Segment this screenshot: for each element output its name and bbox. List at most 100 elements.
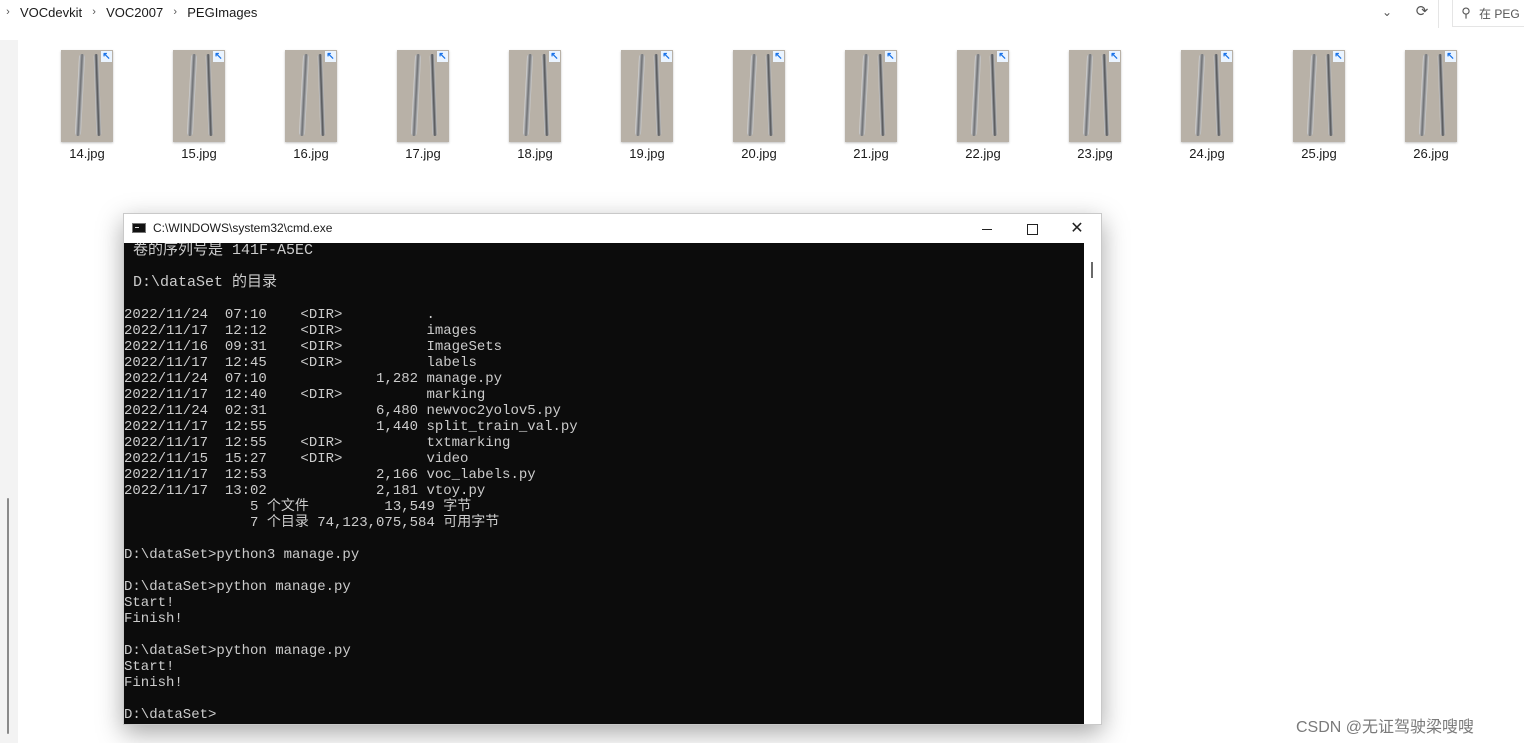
pen-image <box>858 53 870 137</box>
vertical-scrollbar[interactable] <box>1084 243 1101 724</box>
pen-image <box>186 53 198 137</box>
console-line: 2022/11/15 15:27 <DIR> video <box>124 451 469 467</box>
file-name: 14.jpg <box>69 146 105 161</box>
image-thumbnail: ↖ <box>621 50 673 142</box>
pen-image <box>317 53 326 137</box>
maximize-button[interactable] <box>1009 214 1055 243</box>
image-thumbnail: ↖ <box>1069 50 1121 142</box>
shortcut-arrow-icon: ↖ <box>325 51 336 62</box>
console-line: Finish! <box>124 611 183 627</box>
console-line: 2022/11/24 02:31 6,480 newvoc2yolov5.py <box>124 403 561 419</box>
search-icon: ⚲ <box>1461 5 1471 20</box>
pen-image <box>410 53 422 137</box>
image-thumbnail: ↖ <box>733 50 785 142</box>
console-line: D:\dataSet>python manage.py <box>124 643 351 659</box>
pen-image <box>541 53 550 137</box>
close-button[interactable]: ✕ <box>1054 214 1100 243</box>
window-title: C:\WINDOWS\system32\cmd.exe <box>153 221 333 235</box>
shortcut-arrow-icon: ↖ <box>885 51 896 62</box>
console-line: 2022/11/17 12:45 <DIR> labels <box>124 355 477 371</box>
shortcut-arrow-icon: ↖ <box>101 51 112 62</box>
breadcrumb-item-voc2007[interactable]: VOC2007 <box>102 5 167 20</box>
refresh-icon[interactable]: ⟳ <box>1412 3 1432 21</box>
file-name: 17.jpg <box>405 146 441 161</box>
image-thumbnail: ↖ <box>285 50 337 142</box>
cmd-window: C:\WINDOWS\system32\cmd.exe ✕ 卷的序列号是 141… <box>123 213 1102 725</box>
image-thumbnail: ↖ <box>1181 50 1233 142</box>
pen-image <box>1213 53 1222 137</box>
console-line: 2022/11/17 13:02 2,181 vtoy.py <box>124 483 486 499</box>
console-icon <box>132 223 146 233</box>
console-line: D:\dataSet>python3 manage.py <box>124 547 360 563</box>
shortcut-arrow-icon: ↖ <box>1109 51 1120 62</box>
shortcut-arrow-icon: ↖ <box>549 51 560 62</box>
console-line: 7 个目录 74,123,075,584 可用字节 <box>124 515 500 531</box>
shortcut-arrow-icon: ↖ <box>661 51 672 62</box>
shortcut-arrow-icon: ↖ <box>1445 51 1456 62</box>
console-line: D:\dataSet 的目录 <box>124 274 278 291</box>
file-name: 18.jpg <box>517 146 553 161</box>
pen-image <box>1194 53 1206 137</box>
watermark: CSDN @无证驾驶梁嗖嗖 <box>1296 719 1475 736</box>
shortcut-arrow-icon: ↖ <box>213 51 224 62</box>
file-name: 25.jpg <box>1301 146 1337 161</box>
close-icon: ✕ <box>1070 220 1084 237</box>
maximize-icon <box>1026 223 1038 235</box>
shortcut-arrow-icon: ↖ <box>773 51 784 62</box>
chevron-right-icon[interactable]: › <box>0 6 16 18</box>
pen-image <box>93 53 102 137</box>
image-thumbnail: ↖ <box>845 50 897 142</box>
chevron-right-icon[interactable]: › <box>86 6 102 18</box>
pen-image <box>634 53 646 137</box>
breadcrumb: › VOCdevkit › VOC2007 › PEGImages <box>0 0 261 24</box>
image-thumbnail: ↖ <box>1293 50 1345 142</box>
console-line: Finish! <box>124 675 183 691</box>
console-line: Start! <box>124 659 175 675</box>
breadcrumb-item-pegimages[interactable]: PEGImages <box>183 5 261 20</box>
console-line: 2022/11/17 12:55 <DIR> txtmarking <box>124 435 511 451</box>
search-placeholder: 在 PEG <box>1479 6 1520 21</box>
title-bar[interactable]: C:\WINDOWS\system32\cmd.exe ✕ <box>124 214 1101 243</box>
image-thumbnail: ↖ <box>173 50 225 142</box>
console-line: 5 个文件 13,549 字节 <box>124 499 472 515</box>
console-line: Start! <box>124 595 175 611</box>
file-name: 23.jpg <box>1077 146 1113 161</box>
file-name: 16.jpg <box>293 146 329 161</box>
address-bar: › VOCdevkit › VOC2007 › PEGImages ⌄ ⟳ ⚲ … <box>0 0 1524 28</box>
console-line: 2022/11/24 07:10 1,282 manage.py <box>124 371 503 387</box>
pen-image <box>877 53 886 137</box>
image-thumbnail: ↖ <box>509 50 561 142</box>
pen-image <box>298 53 310 137</box>
image-thumbnail: ↖ <box>397 50 449 142</box>
pen-image <box>989 53 998 137</box>
file-name: 24.jpg <box>1189 146 1225 161</box>
search-input[interactable]: ⚲ 在 PEG <box>1452 0 1524 27</box>
console-lines: 卷的序列号是 141F-A5EC D:\dataSet 的目录 2022/11/2… <box>124 243 1084 723</box>
shortcut-arrow-icon: ↖ <box>997 51 1008 62</box>
chevron-right-icon[interactable]: › <box>167 6 183 18</box>
scrollbar[interactable] <box>7 498 9 734</box>
pen-image <box>970 53 982 137</box>
image-thumbnail: ↖ <box>61 50 113 142</box>
shortcut-arrow-icon: ↖ <box>1333 51 1344 62</box>
pen-image <box>429 53 438 137</box>
file-grid: ↖ 14.jpg ↖ 15.jpg ↖ 16.jpg ↖ 17.jpg ↖ 18.jpg ↖ 19.j… <box>0 50 1524 170</box>
pen-image <box>1306 53 1318 137</box>
shortcut-arrow-icon: ↖ <box>1221 51 1232 62</box>
file-name: 15.jpg <box>181 146 217 161</box>
breadcrumb-item-vocdevkit[interactable]: VOCdevkit <box>16 5 86 20</box>
image-thumbnail: ↖ <box>957 50 1009 142</box>
address-dropdown-icon[interactable]: ⌄ <box>1378 3 1396 21</box>
minimize-button[interactable] <box>964 214 1010 243</box>
file-name: 19.jpg <box>629 146 665 161</box>
console-line: 2022/11/17 12:53 2,166 voc_labels.py <box>124 467 536 483</box>
console-output[interactable]: 卷的序列号是 141F-A5EC D:\dataSet 的目录 2022/11/2… <box>124 243 1084 724</box>
file-name: 21.jpg <box>853 146 889 161</box>
shortcut-arrow-icon: ↖ <box>437 51 448 62</box>
pen-image <box>1418 53 1430 137</box>
scrollbar-thumb[interactable] <box>1091 262 1093 278</box>
